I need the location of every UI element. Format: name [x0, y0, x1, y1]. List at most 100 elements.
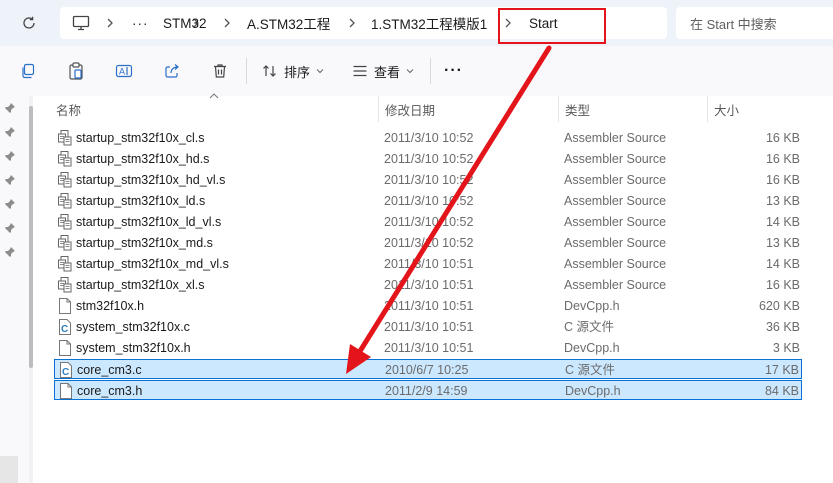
file-size: 13 KB	[765, 194, 800, 208]
breadcrumb-ellipsis[interactable]: ···	[132, 7, 149, 39]
view-button[interactable]: 查看	[352, 59, 414, 83]
refresh-button[interactable]	[18, 12, 40, 34]
pin-icon[interactable]	[4, 126, 16, 138]
column-separator[interactable]	[558, 96, 559, 122]
table-row[interactable]: startup_stm32f10x_xl.s 2011/3/10 10:51 A…	[54, 275, 802, 295]
file-size: 13 KB	[765, 236, 800, 250]
assembler-file-icon	[58, 130, 72, 146]
column-header-date[interactable]: 修改日期	[385, 96, 435, 122]
svg-text:A: A	[119, 67, 125, 77]
table-row[interactable]: system_stm32f10x.h 2011/3/10 10:51 DevCp…	[54, 338, 802, 358]
file-name: system_stm32f10x.h	[76, 341, 191, 355]
table-row[interactable]: C core_cm3.c 2010/6/7 10:25 C 源文件 17 KB	[54, 359, 802, 379]
table-row[interactable]: startup_stm32f10x_md.s 2011/3/10 10:52 A…	[54, 233, 802, 253]
navigation-scrollbar-thumb[interactable]	[29, 106, 33, 368]
share-icon[interactable]	[162, 61, 182, 81]
refresh-icon	[23, 16, 35, 29]
view-icon	[353, 65, 367, 77]
table-row[interactable]: startup_stm32f10x_cl.s 2011/3/10 10:52 A…	[54, 128, 802, 148]
c-source-file-icon: C	[58, 319, 72, 335]
chevron-down-icon	[406, 69, 414, 74]
breadcrumb[interactable]: ··· STM32 A.STM32工程 1.STM32工程模版1 Start	[60, 7, 667, 39]
file-date: 2011/3/10 10:52	[384, 215, 474, 229]
chevron-down-icon	[316, 69, 324, 74]
file-type: Assembler Source	[564, 194, 667, 208]
file-type: Assembler Source	[564, 152, 667, 166]
search-input[interactable]: 在 Start 中搜索	[676, 7, 833, 39]
file-name: startup_stm32f10x_md_vl.s	[76, 257, 229, 271]
header-file-icon	[59, 383, 73, 399]
file-type: Assembler Source	[564, 215, 667, 229]
pin-icon[interactable]	[4, 198, 16, 210]
chevron-right-icon[interactable]	[504, 7, 512, 39]
table-row[interactable]: startup_stm32f10x_ld_vl.s 2011/3/10 10:5…	[54, 212, 802, 232]
file-name: startup_stm32f10x_xl.s	[76, 278, 205, 292]
assembler-file-icon	[58, 277, 72, 293]
column-separator[interactable]	[707, 96, 708, 122]
pin-icon[interactable]	[4, 246, 16, 258]
breadcrumb-item-template[interactable]: 1.STM32工程模版1	[371, 7, 487, 39]
file-size: 16 KB	[765, 131, 800, 145]
file-size: 16 KB	[765, 152, 800, 166]
chevron-right-icon[interactable]	[223, 7, 231, 39]
header-file-icon	[58, 298, 72, 314]
more-options-button[interactable]: ···	[444, 59, 463, 83]
breadcrumb-item-stm32[interactable]: STM32	[163, 7, 207, 39]
file-type: C 源文件	[565, 363, 616, 377]
navigation-pane-bottom	[0, 456, 18, 483]
pin-icon[interactable]	[4, 174, 16, 186]
file-name: startup_stm32f10x_ld.s	[76, 194, 206, 208]
chevron-right-icon[interactable]	[106, 7, 114, 39]
table-row[interactable]: C system_stm32f10x.c 2011/3/10 10:51 C 源…	[54, 317, 802, 337]
column-header-name[interactable]: 名称	[56, 96, 81, 122]
sort-label: 排序	[284, 64, 311, 80]
file-name: core_cm3.c	[77, 363, 142, 377]
pin-icon[interactable]	[4, 102, 16, 114]
file-date: 2011/3/10 10:51	[384, 299, 474, 313]
table-row[interactable]: startup_stm32f10x_ld.s 2011/3/10 10:52 A…	[54, 191, 802, 211]
file-date: 2011/3/10 10:52	[384, 236, 474, 250]
column-header-type[interactable]: 类型	[565, 96, 590, 122]
assembler-file-icon	[58, 172, 72, 188]
this-pc-icon[interactable]	[72, 7, 90, 39]
file-name: system_stm32f10x.c	[76, 320, 190, 334]
file-name: startup_stm32f10x_md.s	[76, 236, 213, 250]
file-type: DevCpp.h	[565, 384, 621, 398]
copy-icon[interactable]	[18, 61, 38, 81]
sort-button[interactable]: 排序	[262, 59, 324, 83]
file-size: 17 KB	[764, 363, 799, 377]
delete-icon[interactable]	[210, 61, 230, 81]
breadcrumb-item-project[interactable]: A.STM32工程	[247, 7, 330, 39]
file-type: Assembler Source	[564, 236, 667, 250]
file-type: Assembler Source	[564, 131, 667, 145]
file-name: stm32f10x.h	[76, 299, 145, 313]
view-label: 查看	[374, 64, 401, 80]
sort-ascending-icon	[209, 93, 219, 99]
file-name: startup_stm32f10x_hd_vl.s	[76, 173, 226, 187]
table-row[interactable]: startup_stm32f10x_hd_vl.s 2011/3/10 10:5…	[54, 170, 802, 190]
file-name: startup_stm32f10x_cl.s	[76, 131, 205, 145]
address-bar-area: ··· STM32 A.STM32工程 1.STM32工程模版1 Start 在…	[0, 0, 833, 46]
column-header-size[interactable]: 大小	[714, 96, 739, 122]
pin-icon[interactable]	[4, 222, 16, 234]
file-date: 2011/3/10 10:51	[384, 341, 474, 355]
file-name: startup_stm32f10x_ld_vl.s	[76, 215, 222, 229]
assembler-file-icon	[58, 214, 72, 230]
file-type: DevCpp.h	[564, 299, 620, 313]
file-date: 2011/3/10 10:51	[384, 320, 474, 334]
chevron-right-icon[interactable]	[348, 7, 356, 39]
svg-text:C: C	[62, 367, 69, 378]
file-date: 2011/3/10 10:51	[384, 257, 474, 271]
table-row[interactable]: startup_stm32f10x_hd.s 2011/3/10 10:52 A…	[54, 149, 802, 169]
column-separator[interactable]	[378, 96, 379, 122]
breadcrumb-item-start[interactable]: Start	[529, 7, 558, 39]
table-row[interactable]: startup_stm32f10x_md_vl.s 2011/3/10 10:5…	[54, 254, 802, 274]
svg-text:C: C	[61, 324, 68, 335]
file-size: 16 KB	[765, 173, 800, 187]
table-row[interactable]: stm32f10x.h 2011/3/10 10:51 DevCpp.h 620…	[54, 296, 802, 316]
pin-icon[interactable]	[4, 150, 16, 162]
rename-icon[interactable]: A	[114, 61, 134, 81]
paste-icon[interactable]	[66, 61, 86, 81]
file-type: DevCpp.h	[564, 341, 620, 355]
table-row[interactable]: core_cm3.h 2011/2/9 14:59 DevCpp.h 84 KB	[54, 380, 802, 400]
